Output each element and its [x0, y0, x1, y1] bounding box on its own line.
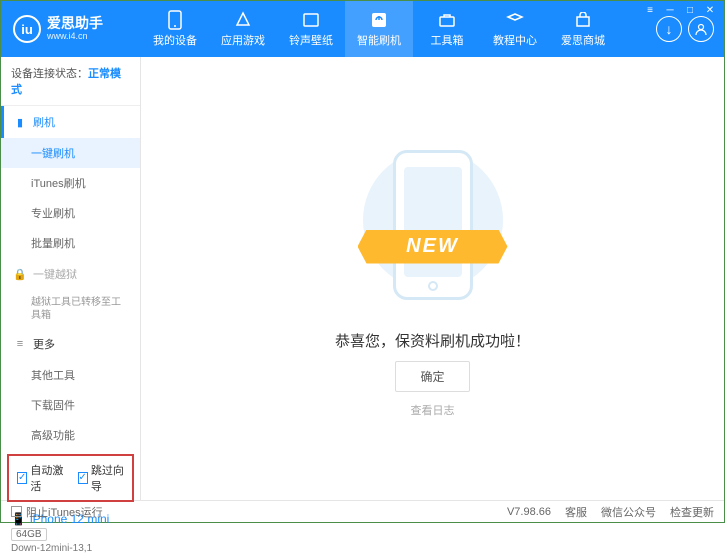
tab-toolbox[interactable]: 工具箱	[413, 1, 481, 57]
sidebar-group-label: 一键越狱	[33, 266, 77, 282]
tab-flash[interactable]: 智能刷机	[345, 1, 413, 57]
success-message: 恭喜您，保资料刷机成功啦！	[335, 330, 530, 351]
app-header: iu 爱思助手 www.i4.cn 我的设备 应用游戏 铃声壁纸 智能刷机 工具…	[1, 1, 724, 57]
sidebar: 设备连接状态：正常模式 ▮ 刷机 一键刷机 iTunes刷机 专业刷机 批量刷机…	[1, 57, 141, 500]
download-button[interactable]: ↓	[656, 16, 682, 42]
connection-status: 设备连接状态：正常模式	[1, 57, 140, 106]
tutorial-icon	[505, 10, 525, 30]
confirm-button[interactable]: 确定	[395, 361, 469, 392]
wechat-link[interactable]: 微信公众号	[601, 504, 656, 520]
block-itunes-label: 阻止iTunes运行	[26, 504, 103, 520]
tab-label: 我的设备	[153, 32, 197, 48]
logo-area: iu 爱思助手 www.i4.cn	[1, 15, 141, 43]
logo-icon: iu	[13, 15, 41, 43]
tab-label: 工具箱	[431, 32, 464, 48]
main-content: NEW 恭喜您，保资料刷机成功啦！ 确定 查看日志	[141, 57, 724, 500]
app-url: www.i4.cn	[47, 32, 103, 42]
user-button[interactable]	[688, 16, 714, 42]
checkbox-skip-setup[interactable]: ✓ 跳过向导	[78, 462, 125, 494]
app-title: 爱思助手	[47, 16, 103, 31]
checkbox-block-itunes[interactable]	[11, 506, 22, 517]
toolbox-icon	[437, 10, 457, 30]
phone-illustration: NEW	[363, 140, 503, 320]
flash-icon	[369, 10, 389, 30]
tab-my-device[interactable]: 我的设备	[141, 1, 209, 57]
sidebar-item-download-firmware[interactable]: 下载固件	[1, 390, 140, 420]
check-update-link[interactable]: 检查更新	[670, 504, 714, 520]
sidebar-item-batch-flash[interactable]: 批量刷机	[1, 228, 140, 258]
options-highlighted-box: ✓ 自动激活 ✓ 跳过向导	[7, 454, 134, 502]
phone-small-icon: ▮	[13, 116, 27, 129]
checkbox-auto-activate[interactable]: ✓ 自动激活	[17, 462, 64, 494]
lock-icon: 🔒	[13, 268, 27, 281]
tab-tutorials[interactable]: 教程中心	[481, 1, 549, 57]
tab-store[interactable]: 爱思商城	[549, 1, 617, 57]
sidebar-group-more[interactable]: ≡ 更多	[1, 328, 140, 360]
tab-label: 爱思商城	[561, 32, 605, 48]
list-icon: ≡	[13, 338, 27, 350]
tab-label: 铃声壁纸	[289, 32, 333, 48]
tab-apps[interactable]: 应用游戏	[209, 1, 277, 57]
sidebar-item-advanced[interactable]: 高级功能	[1, 420, 140, 450]
tab-label: 应用游戏	[221, 32, 265, 48]
store-icon	[573, 10, 593, 30]
view-log-link[interactable]: 查看日志	[411, 402, 455, 418]
apps-icon	[233, 10, 253, 30]
device-firmware: Down-12mini-13,1	[11, 543, 130, 554]
nav-tabs: 我的设备 应用游戏 铃声壁纸 智能刷机 工具箱 教程中心 爱思商城	[141, 1, 656, 57]
minimize-icon[interactable]: ─	[662, 3, 678, 17]
sidebar-group-flash[interactable]: ▮ 刷机	[1, 106, 140, 138]
menu-icon[interactable]: ≡	[642, 3, 658, 17]
checkbox-icon: ✓	[78, 472, 88, 484]
sidebar-group-jailbreak[interactable]: 🔒 一键越狱	[1, 258, 140, 290]
checkbox-label: 跳过向导	[91, 462, 124, 494]
checkbox-icon: ✓	[17, 472, 27, 484]
jailbreak-note: 越狱工具已转移至工具箱	[1, 290, 140, 328]
tab-label: 教程中心	[493, 32, 537, 48]
sidebar-group-label: 更多	[33, 336, 55, 352]
sidebar-item-oneclick-flash[interactable]: 一键刷机	[1, 138, 140, 168]
maximize-icon[interactable]: □	[682, 3, 698, 17]
close-icon[interactable]: ✕	[702, 3, 718, 17]
tab-label: 智能刷机	[357, 32, 401, 48]
new-banner: NEW	[358, 230, 508, 264]
version-label: V7.98.66	[507, 506, 551, 518]
sidebar-item-itunes-flash[interactable]: iTunes刷机	[1, 168, 140, 198]
checkbox-label: 自动激活	[30, 462, 63, 494]
service-link[interactable]: 客服	[565, 504, 587, 520]
conn-label: 设备连接状态：	[11, 68, 88, 80]
sidebar-item-pro-flash[interactable]: 专业刷机	[1, 198, 140, 228]
wallpaper-icon	[301, 10, 321, 30]
sidebar-item-other-tools[interactable]: 其他工具	[1, 360, 140, 390]
device-storage: 64GB	[11, 528, 47, 541]
tab-ringtones[interactable]: 铃声壁纸	[277, 1, 345, 57]
sidebar-group-label: 刷机	[33, 114, 55, 130]
phone-icon	[165, 10, 185, 30]
